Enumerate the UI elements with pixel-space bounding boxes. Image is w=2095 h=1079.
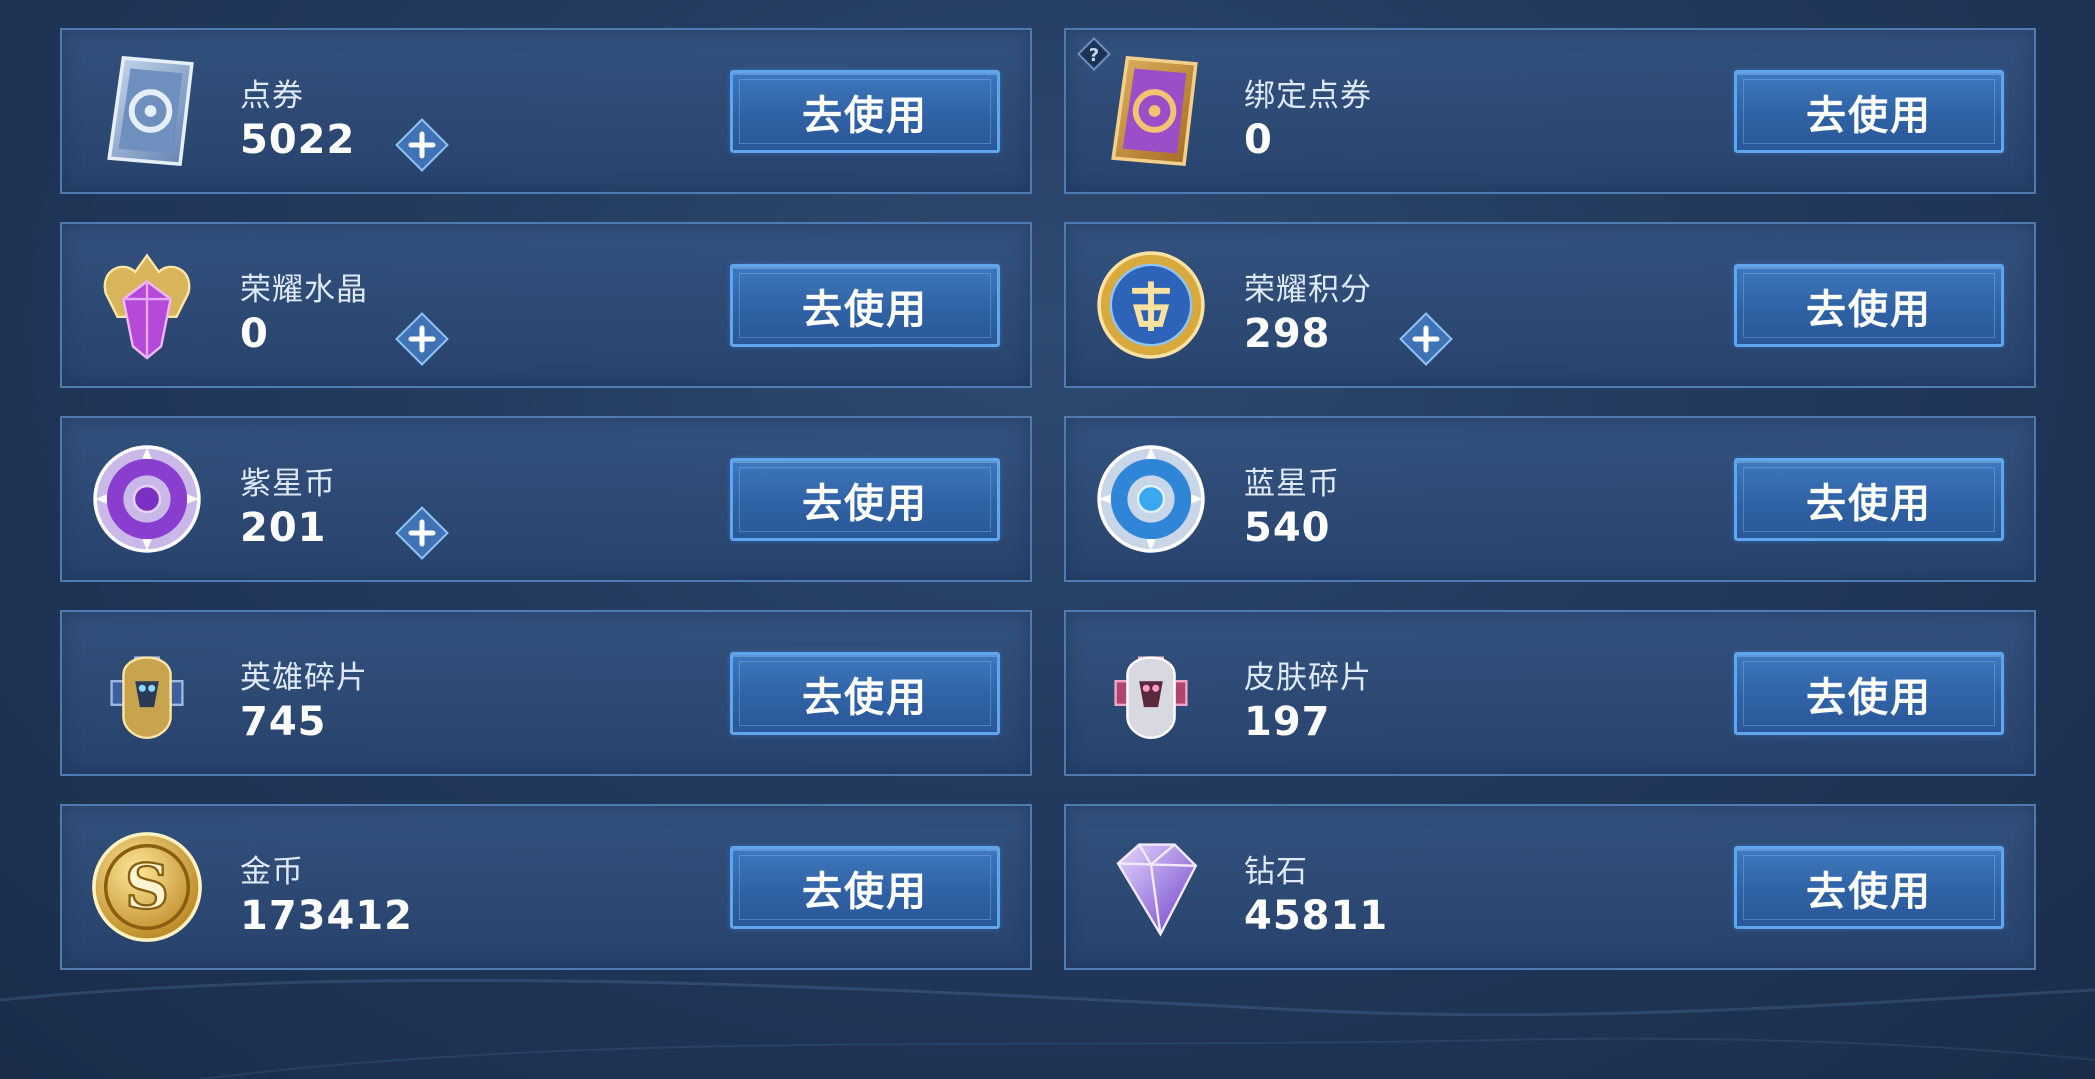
currency-value: 45811 bbox=[1244, 893, 1389, 939]
currency-card-hero-fragment: 英雄碎片 745 去使用 bbox=[60, 610, 1032, 776]
gold-coin-icon: S bbox=[92, 832, 202, 942]
currency-value: 197 bbox=[1244, 699, 1331, 745]
currency-value: 5022 bbox=[240, 117, 356, 163]
currency-card-diamond: 钻石 45811 去使用 bbox=[1064, 804, 2036, 970]
currency-label: 英雄碎片 bbox=[240, 660, 368, 696]
currency-card-blue-star-coin: 蓝星币 540 去使用 bbox=[1064, 416, 2036, 582]
currency-card-skin-fragment: 皮肤碎片 197 去使用 bbox=[1064, 610, 2036, 776]
currency-value: 201 bbox=[240, 505, 327, 551]
currency-label: 紫星币 bbox=[240, 466, 336, 502]
use-button[interactable]: 去使用 bbox=[730, 264, 1000, 347]
currency-value: 0 bbox=[1244, 117, 1273, 163]
currency-label: 皮肤碎片 bbox=[1244, 660, 1372, 696]
skin-fragment-icon bbox=[1114, 656, 1188, 740]
use-button[interactable]: 去使用 bbox=[1734, 70, 2004, 153]
hero-fragment-icon bbox=[110, 656, 184, 740]
plus-icon[interactable] bbox=[394, 311, 450, 367]
svg-text:S: S bbox=[125, 851, 169, 923]
use-button[interactable]: 去使用 bbox=[1734, 458, 2004, 541]
currency-label: 金币 bbox=[240, 854, 304, 890]
currency-label: 蓝星币 bbox=[1244, 466, 1340, 502]
use-button[interactable]: 去使用 bbox=[730, 70, 1000, 153]
currency-label: 荣耀积分 bbox=[1244, 272, 1372, 308]
honor-points-icon bbox=[1097, 251, 1205, 359]
use-button[interactable]: 去使用 bbox=[730, 652, 1000, 735]
blue-star-coin-icon bbox=[1097, 445, 1205, 553]
plus-icon[interactable] bbox=[394, 505, 450, 561]
currency-card-gold-coin: S 金币 173412 去使用 bbox=[60, 804, 1032, 970]
use-button[interactable]: 去使用 bbox=[1734, 846, 2004, 929]
currency-label: 荣耀水晶 bbox=[240, 272, 368, 308]
currency-card-purple-star-coin: 紫星币 201 去使用 bbox=[60, 416, 1032, 582]
currency-label: 点券 bbox=[240, 78, 304, 114]
currency-grid: 点券 5022 去使用 ? 绑定点券 0 去使用 荣耀水晶 0 去使用 荣耀积分… bbox=[60, 28, 2036, 970]
currency-label: 钻石 bbox=[1244, 854, 1308, 890]
currency-value: 298 bbox=[1244, 311, 1331, 357]
honor-crystal-icon bbox=[103, 253, 191, 360]
use-button[interactable]: 去使用 bbox=[730, 458, 1000, 541]
purple-star-coin-icon bbox=[93, 445, 201, 553]
currency-card-bound-coupon: ? 绑定点券 0 去使用 bbox=[1064, 28, 2036, 194]
plus-icon[interactable] bbox=[394, 117, 450, 173]
bound-coupon-purple-icon bbox=[1111, 55, 1198, 167]
currency-value: 173412 bbox=[240, 893, 413, 939]
plus-icon[interactable] bbox=[1398, 311, 1454, 367]
currency-card-coupon: 点券 5022 去使用 bbox=[60, 28, 1032, 194]
use-button[interactable]: 去使用 bbox=[1734, 652, 2004, 735]
currency-card-honor-points: 荣耀积分 298 去使用 bbox=[1064, 222, 2036, 388]
diamond-icon bbox=[1116, 843, 1198, 937]
use-button[interactable]: 去使用 bbox=[730, 846, 1000, 929]
currency-value: 745 bbox=[240, 699, 327, 745]
coupon-blue-icon bbox=[107, 55, 194, 167]
currency-card-honor-crystal: 荣耀水晶 0 去使用 bbox=[60, 222, 1032, 388]
currency-value: 0 bbox=[240, 311, 269, 357]
use-button[interactable]: 去使用 bbox=[1734, 264, 2004, 347]
currency-label: 绑定点券 bbox=[1244, 78, 1372, 114]
currency-value: 540 bbox=[1244, 505, 1331, 551]
